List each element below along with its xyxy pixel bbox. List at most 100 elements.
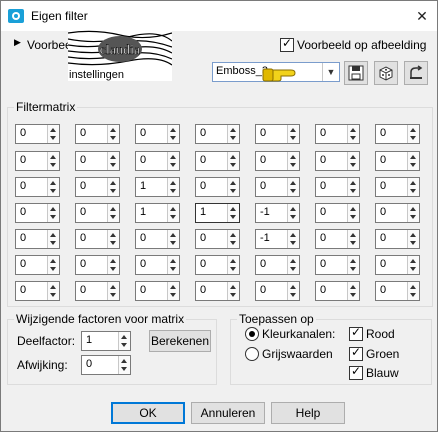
matrix-cell[interactable]: 0 xyxy=(75,151,120,171)
spin-arrows[interactable] xyxy=(107,256,119,274)
red-label[interactable]: Rood xyxy=(366,327,395,341)
matrix-cell[interactable]: 0 xyxy=(75,124,120,144)
spin-arrows[interactable] xyxy=(227,178,239,196)
matrix-cell-value[interactable]: 0 xyxy=(260,180,266,192)
spin-arrows[interactable] xyxy=(407,178,419,196)
matrix-cell-value[interactable]: 0 xyxy=(80,206,86,218)
spin-arrows[interactable] xyxy=(167,230,179,248)
matrix-cell[interactable]: 0 xyxy=(375,203,420,223)
matrix-cell-value[interactable]: 0 xyxy=(380,180,386,192)
matrix-cell[interactable]: 0 xyxy=(315,177,360,197)
grayscale-label[interactable]: Grijswaarden xyxy=(262,347,333,361)
matrix-cell-value[interactable]: 0 xyxy=(380,284,386,296)
spin-arrows[interactable] xyxy=(347,230,359,248)
matrix-cell[interactable]: 1 xyxy=(135,177,180,197)
matrix-cell[interactable]: 0 xyxy=(375,124,420,144)
matrix-cell[interactable]: 0 xyxy=(135,151,180,171)
matrix-cell[interactable]: 0 xyxy=(255,255,300,275)
spin-arrows[interactable] xyxy=(287,152,299,170)
matrix-cell[interactable]: 0 xyxy=(195,177,240,197)
spin-arrows[interactable] xyxy=(407,256,419,274)
grayscale-radio[interactable] xyxy=(245,347,259,361)
bias-spinner[interactable]: 0 xyxy=(81,355,131,375)
spin-arrows[interactable] xyxy=(347,256,359,274)
matrix-cell-value[interactable]: 0 xyxy=(20,232,26,244)
matrix-cell-value[interactable]: -1 xyxy=(260,206,270,218)
matrix-cell[interactable]: 0 xyxy=(315,255,360,275)
matrix-cell[interactable]: -1 xyxy=(255,203,300,223)
matrix-cell-value[interactable]: 0 xyxy=(320,206,326,218)
matrix-cell-value[interactable]: 0 xyxy=(80,127,86,139)
matrix-cell[interactable]: 0 xyxy=(375,151,420,171)
spin-arrows[interactable] xyxy=(47,256,59,274)
matrix-cell-value[interactable]: 0 xyxy=(320,258,326,270)
color-channels-radio[interactable] xyxy=(245,327,259,341)
preview-on-image-label[interactable]: Voorbeeld op afbeelding xyxy=(297,38,426,52)
matrix-cell-value[interactable]: 0 xyxy=(200,284,206,296)
spin-arrows[interactable] xyxy=(107,230,119,248)
matrix-cell-value[interactable]: 0 xyxy=(260,154,266,166)
save-preset-button[interactable] xyxy=(344,61,368,85)
matrix-cell-value[interactable]: 0 xyxy=(200,127,206,139)
spin-arrows[interactable] xyxy=(287,230,299,248)
matrix-cell[interactable]: 0 xyxy=(195,229,240,249)
spin-arrows[interactable] xyxy=(47,230,59,248)
red-checkbox[interactable] xyxy=(349,325,363,341)
green-label[interactable]: Groen xyxy=(366,347,399,361)
divisor-value[interactable]: 1 xyxy=(86,334,92,346)
matrix-cell[interactable]: 0 xyxy=(195,124,240,144)
spin-arrows[interactable] xyxy=(47,178,59,196)
matrix-cell[interactable]: 0 xyxy=(315,229,360,249)
matrix-cell-value[interactable]: 0 xyxy=(80,180,86,192)
matrix-cell-value[interactable]: 1 xyxy=(140,180,146,192)
blue-checkbox[interactable] xyxy=(349,364,363,380)
expand-arrow-icon[interactable]: ▶ xyxy=(14,37,21,48)
matrix-cell-value[interactable]: 0 xyxy=(20,258,26,270)
matrix-cell[interactable]: 1 xyxy=(195,203,240,223)
matrix-cell[interactable]: 0 xyxy=(135,281,180,301)
spin-arrows[interactable] xyxy=(107,125,119,143)
matrix-cell-value[interactable]: 0 xyxy=(320,180,326,192)
matrix-cell[interactable]: 0 xyxy=(315,124,360,144)
matrix-cell[interactable]: 0 xyxy=(75,229,120,249)
matrix-cell-value[interactable]: 0 xyxy=(320,284,326,296)
matrix-cell-value[interactable]: 0 xyxy=(260,258,266,270)
matrix-cell-value[interactable]: 0 xyxy=(20,180,26,192)
spin-arrows[interactable] xyxy=(347,125,359,143)
matrix-cell[interactable]: 0 xyxy=(195,281,240,301)
ok-button[interactable]: OK xyxy=(111,402,185,424)
spin-arrows[interactable] xyxy=(167,178,179,196)
matrix-cell[interactable]: 0 xyxy=(15,203,60,223)
spin-arrows[interactable] xyxy=(347,204,359,222)
matrix-cell-value[interactable]: 1 xyxy=(200,206,206,218)
spin-arrows[interactable] xyxy=(47,152,59,170)
matrix-cell[interactable]: 0 xyxy=(135,124,180,144)
matrix-cell[interactable]: 0 xyxy=(375,177,420,197)
matrix-cell-value[interactable]: 0 xyxy=(320,232,326,244)
matrix-cell-value[interactable]: 0 xyxy=(200,180,206,192)
matrix-cell-value[interactable]: 1 xyxy=(140,206,146,218)
matrix-cell-value[interactable]: 0 xyxy=(140,232,146,244)
help-button[interactable]: Help xyxy=(271,402,345,424)
matrix-cell[interactable]: 0 xyxy=(315,203,360,223)
spin-arrows[interactable] xyxy=(47,125,59,143)
matrix-cell-value[interactable]: 0 xyxy=(140,284,146,296)
matrix-cell[interactable]: 0 xyxy=(135,255,180,275)
bias-value[interactable]: 0 xyxy=(86,358,92,370)
spin-arrows[interactable] xyxy=(407,152,419,170)
matrix-cell[interactable]: 0 xyxy=(15,124,60,144)
spin-arrows[interactable] xyxy=(287,125,299,143)
spin-arrows[interactable] xyxy=(407,230,419,248)
matrix-cell-value[interactable]: 0 xyxy=(260,127,266,139)
green-checkbox[interactable] xyxy=(349,345,363,361)
matrix-cell[interactable]: 0 xyxy=(135,229,180,249)
divisor-spinner[interactable]: 1 xyxy=(81,331,131,351)
matrix-cell[interactable]: 0 xyxy=(255,281,300,301)
matrix-cell-value[interactable]: 0 xyxy=(380,258,386,270)
spin-arrows[interactable] xyxy=(407,125,419,143)
matrix-cell[interactable]: 0 xyxy=(195,255,240,275)
blue-label[interactable]: Blauw xyxy=(366,366,399,380)
matrix-cell-value[interactable]: 0 xyxy=(80,232,86,244)
matrix-cell[interactable]: 0 xyxy=(75,203,120,223)
matrix-cell[interactable]: -1 xyxy=(255,229,300,249)
